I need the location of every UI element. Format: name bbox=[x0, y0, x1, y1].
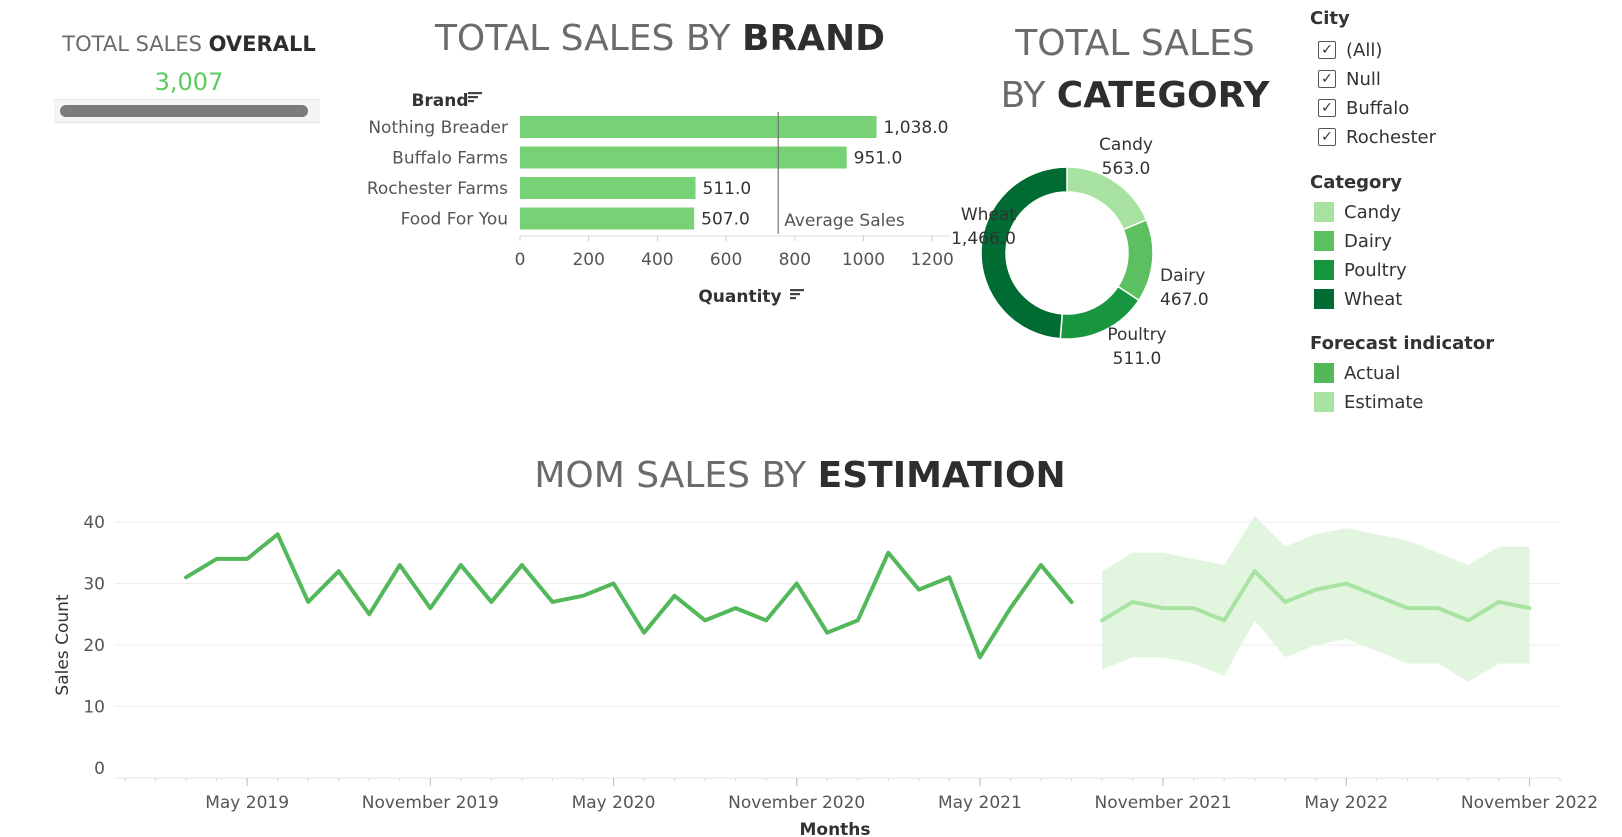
y-tick-label: 10 bbox=[83, 698, 105, 718]
color-swatch bbox=[1314, 260, 1334, 280]
color-swatch bbox=[1314, 363, 1334, 383]
slice-value-label: 511.0 bbox=[1113, 349, 1162, 369]
city-filter-label: Buffalo bbox=[1346, 97, 1410, 119]
city-filter-item[interactable]: ✓ Null bbox=[1318, 65, 1381, 93]
brand-axis-title: Brand bbox=[411, 91, 468, 111]
legend-category: Category Candy Dairy Poultry Wheat bbox=[1310, 172, 1610, 322]
x-tick-label: 400 bbox=[641, 250, 673, 270]
city-filter-label: Rochester bbox=[1346, 126, 1436, 148]
checkbox[interactable]: ✓ bbox=[1318, 41, 1336, 59]
bar bbox=[520, 177, 696, 199]
bar bbox=[520, 146, 847, 169]
sort-icon bbox=[790, 289, 804, 300]
color-swatch bbox=[1314, 289, 1334, 309]
category-legend-item[interactable]: Dairy bbox=[1314, 227, 1392, 255]
legend-category-title: Category bbox=[1310, 172, 1403, 193]
x-tick-label: 600 bbox=[710, 250, 742, 270]
category-legend-item[interactable]: Wheat bbox=[1314, 285, 1402, 313]
y-tick-label: 0 bbox=[94, 759, 105, 779]
brand-category-label: Food For You bbox=[401, 210, 508, 230]
y-tick-label: 20 bbox=[83, 636, 105, 656]
average-sales-label: Average Sales bbox=[784, 211, 905, 231]
color-swatch bbox=[1314, 202, 1334, 222]
bar-data-label: 511.0 bbox=[703, 179, 752, 199]
x-tick-label: November 2022 bbox=[1461, 793, 1598, 813]
slice-value-label: 467.0 bbox=[1160, 290, 1209, 310]
city-filter-label: (All) bbox=[1346, 39, 1383, 61]
bar bbox=[520, 207, 695, 230]
checkbox[interactable]: ✓ bbox=[1318, 99, 1336, 117]
forecast-legend-label: Actual bbox=[1344, 362, 1401, 384]
slice-label: Poultry bbox=[1107, 325, 1166, 345]
sort-icon bbox=[468, 92, 482, 103]
y-tick-label: 40 bbox=[83, 513, 105, 533]
donut-slice bbox=[980, 166, 1068, 340]
forecast-legend-item[interactable]: Estimate bbox=[1314, 388, 1424, 416]
actual-series-line bbox=[184, 532, 1074, 660]
x-tick-label: 200 bbox=[572, 250, 604, 270]
category-legend-item[interactable]: Candy bbox=[1314, 198, 1401, 226]
x-tick-label: May 2022 bbox=[1304, 793, 1388, 813]
category-legend-label: Wheat bbox=[1344, 288, 1403, 310]
category-title-line1: TOTAL SALES bbox=[1015, 23, 1255, 64]
mom-title-light: MOM SALES BY bbox=[534, 455, 818, 496]
category-legend-label: Candy bbox=[1344, 201, 1402, 223]
x-tick-label: 0 bbox=[515, 250, 526, 270]
forecast-legend-label: Estimate bbox=[1344, 391, 1424, 413]
slice-label: Candy bbox=[1099, 135, 1153, 155]
x-tick-label: May 2021 bbox=[938, 793, 1022, 813]
brand-category-label: Rochester Farms bbox=[367, 179, 508, 199]
brand-category-label: Nothing Breader bbox=[368, 118, 508, 138]
city-filter-item[interactable]: ✓ Rochester bbox=[1318, 123, 1436, 151]
x-tick-label: May 2019 bbox=[205, 793, 289, 813]
donut-slice bbox=[1116, 218, 1154, 302]
x-tick-label: 800 bbox=[779, 250, 811, 270]
x-tick-label: November 2019 bbox=[362, 793, 499, 813]
brand-x-axis-title: Quantity bbox=[698, 287, 781, 307]
bar-data-label: 507.0 bbox=[701, 210, 750, 230]
mom-chart-title: MOM SALES BY ESTIMATION bbox=[400, 455, 1200, 496]
mom-line-chart: 0 10 20 30 40 May 2019 November 2019 May 2020 No… bbox=[53, 513, 1598, 837]
color-swatch bbox=[1314, 231, 1334, 251]
category-title-light: BY bbox=[1000, 75, 1057, 116]
checkbox[interactable]: ✓ bbox=[1318, 70, 1336, 88]
forecast-legend-item[interactable]: Actual bbox=[1314, 359, 1400, 387]
x-tick-label: November 2020 bbox=[728, 793, 865, 813]
city-filter-item[interactable]: ✓ (All) bbox=[1318, 36, 1382, 64]
category-chart-title: TOTAL SALES BY CATEGORY bbox=[985, 18, 1285, 122]
x-tick-label: November 2021 bbox=[1095, 793, 1232, 813]
slice-value-label: 1,466.0 bbox=[951, 229, 1016, 249]
legend-forecast-title: Forecast indicator bbox=[1310, 333, 1495, 354]
category-legend-item[interactable]: Poultry bbox=[1314, 256, 1407, 284]
x-axis-title: Months bbox=[799, 820, 870, 837]
y-axis-title: Sales Count bbox=[53, 594, 73, 695]
legend-forecast: Forecast indicator Actual Estimate bbox=[1310, 333, 1610, 433]
category-legend-label: Dairy bbox=[1344, 230, 1392, 252]
bar-data-label: 951.0 bbox=[854, 149, 903, 169]
slice-label: Dairy bbox=[1160, 266, 1205, 286]
brand-category-label: Buffalo Farms bbox=[392, 149, 508, 169]
slice-value-label: 563.0 bbox=[1102, 159, 1151, 179]
color-swatch bbox=[1314, 392, 1334, 412]
bar bbox=[520, 116, 877, 138]
city-filter-label: Null bbox=[1346, 68, 1381, 90]
brand-bar-chart: BrandNothing Breader 1,038.0Buffalo Farms… bbox=[367, 91, 954, 307]
mom-title-bold: ESTIMATION bbox=[817, 455, 1066, 496]
forecast-band bbox=[1102, 515, 1530, 682]
category-legend-label: Poultry bbox=[1344, 259, 1407, 281]
x-tick-label: 1000 bbox=[842, 250, 885, 270]
x-tick-label: May 2020 bbox=[572, 793, 656, 813]
legend-city-title: City bbox=[1310, 8, 1350, 29]
y-tick-label: 30 bbox=[83, 575, 105, 595]
category-donut-chart: Candy 563.0 Dairy 467.0 Poultry 511.0 Wheat 1,4… bbox=[951, 135, 1209, 369]
slice-label: Wheat bbox=[961, 205, 1016, 225]
legend-city: City ✓ (All) ✓ Null ✓ Buffalo ✓ Rochester bbox=[1310, 8, 1610, 158]
category-title-bold: CATEGORY bbox=[1056, 75, 1270, 116]
checkbox[interactable]: ✓ bbox=[1318, 128, 1336, 146]
city-filter-item[interactable]: ✓ Buffalo bbox=[1318, 94, 1409, 122]
